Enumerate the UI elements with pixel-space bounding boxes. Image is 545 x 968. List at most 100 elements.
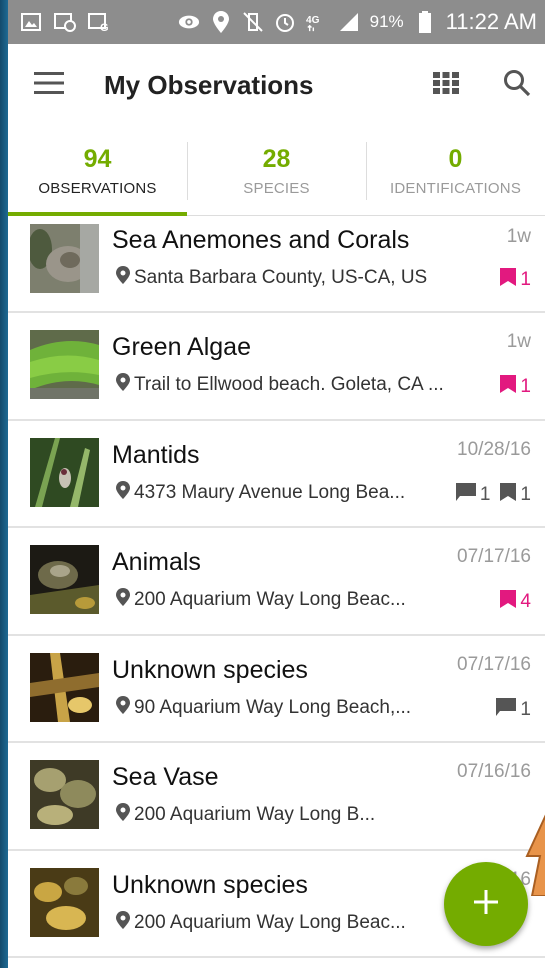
- battery-percent: 91%: [369, 12, 404, 31]
- list-item[interactable]: Mantids 10/28/16 4373 Maury Avenue Long …: [8, 421, 545, 528]
- stats-tabs: 94 OBSERVATIONS 28 SPECIES 0 IDENTIFICAT…: [8, 126, 545, 216]
- device-edge: [0, 0, 8, 968]
- tab-observations[interactable]: 94 OBSERVATIONS: [8, 126, 187, 216]
- observation-name: Sea Anemones and Corals: [112, 226, 410, 254]
- identification-badge: 1: [500, 482, 531, 507]
- species-label: SPECIES: [243, 179, 310, 197]
- tab-species[interactable]: 28 SPECIES: [187, 126, 366, 215]
- svg-text:G: G: [100, 22, 109, 32]
- observation-name: Mantids: [112, 440, 200, 469]
- observation-badges: 1 1: [455, 482, 531, 507]
- observations-label: OBSERVATIONS: [38, 179, 157, 197]
- observation-photo: [30, 437, 99, 507]
- menu-icon[interactable]: [34, 71, 64, 99]
- observation-date: 1w: [506, 331, 531, 352]
- fave-count: 1: [520, 269, 531, 290]
- observation-name: Unknown species: [112, 655, 308, 684]
- observation-date: 1w: [506, 226, 531, 247]
- observation-place: 4373 Maury Avenue Long Bea...: [116, 480, 406, 505]
- comment-icon: [496, 697, 517, 722]
- observation-photo: [30, 652, 99, 722]
- identifications-label: IDENTIFICATIONS: [389, 179, 522, 197]
- observation-list: Sea Anemones and Corals 1w Santa Barbara…: [8, 216, 545, 958]
- observation-place: 200 Aquarium Way Long Beac...: [116, 910, 406, 935]
- tab-identifications[interactable]: 0 IDENTIFICATIONS: [366, 126, 545, 215]
- observation-badges: 1: [500, 375, 531, 399]
- observation-place: 90 Aquarium Way Long Beach,...: [116, 695, 412, 720]
- app-bar: My Observations: [8, 44, 545, 126]
- observation-name: Sea Vase: [112, 763, 219, 791]
- location-pin-icon: [116, 588, 130, 612]
- observation-place: Trail to Ellwood beach. Goleta, CA ...: [116, 373, 444, 397]
- battery-icon: [414, 11, 436, 33]
- observation-date: 07/17/16: [457, 653, 531, 675]
- place-text: 200 Aquarium Way Long B...: [134, 804, 376, 825]
- fave-bookmark-icon: [500, 590, 517, 614]
- location-pin-icon: [116, 480, 130, 505]
- place-text: 200 Aquarium Way Long Beac...: [134, 589, 406, 610]
- location-pin-icon: [116, 910, 130, 935]
- list-item[interactable]: Sea Anemones and Corals 1w Santa Barbara…: [8, 216, 545, 313]
- tutorial-arrow-icon: [522, 806, 545, 901]
- list-item[interactable]: Animals 07/17/16 200 Aquarium Way Long B…: [8, 528, 545, 636]
- location-icon: [210, 11, 232, 33]
- observation-place: 200 Aquarium Way Long B...: [116, 803, 375, 827]
- observations-count: 94: [83, 144, 112, 173]
- fave-bookmark-icon: [500, 375, 517, 399]
- identification-bookmark-icon: [500, 482, 517, 507]
- page-title: My Observations: [104, 69, 314, 100]
- google-image-notification-icon: G: [88, 11, 110, 33]
- observation-date: 07/16/16: [457, 761, 531, 782]
- observation-name: Green Algae: [112, 333, 251, 361]
- email-image-notification-icon: [54, 11, 76, 33]
- add-observation-button[interactable]: [444, 862, 528, 946]
- observation-name: Unknown species: [112, 870, 308, 899]
- fave-badge: 4: [500, 590, 531, 614]
- observation-photo: [30, 760, 99, 829]
- alarm-icon: [274, 11, 296, 33]
- app-screen: G 4G 91% 1 1:22 AM My Observations 94 OBS…: [8, 0, 545, 968]
- eye-icon: [178, 11, 200, 33]
- location-pin-icon: [116, 266, 130, 290]
- observation-photo: [30, 224, 99, 293]
- observation-name: Animals: [112, 548, 201, 576]
- list-item[interactable]: Green Algae 1w Trail to Ellwood beach. G…: [8, 313, 545, 421]
- observation-photo: [30, 545, 99, 614]
- place-text: Santa Barbara County, US-CA, US: [134, 267, 428, 288]
- observation-place: Santa Barbara County, US-CA, US: [116, 266, 427, 290]
- species-count: 28: [262, 144, 291, 173]
- system-status: 4G 91% 11:22 AM: [178, 9, 537, 35]
- observation-badges: 1: [496, 697, 531, 722]
- app-bar-actions: [433, 69, 531, 102]
- notification-icons: G: [20, 11, 110, 33]
- search-icon[interactable]: [503, 69, 531, 102]
- observation-date: 07/17/16: [457, 546, 531, 567]
- place-text: 90 Aquarium Way Long Beach,...: [134, 696, 412, 718]
- grid-icon[interactable]: [433, 71, 459, 99]
- observation-badges: 1: [500, 268, 531, 292]
- image-notification-icon: [20, 11, 42, 33]
- list-item[interactable]: Sea Vase 07/16/16 200 Aquarium Way Long …: [8, 743, 545, 851]
- identification-count: 1: [520, 483, 531, 505]
- vibrate-off-icon: [242, 11, 264, 33]
- fave-badge: 1: [500, 375, 531, 399]
- place-text: 4373 Maury Avenue Long Bea...: [134, 481, 406, 503]
- location-pin-icon: [116, 695, 130, 720]
- place-text: 200 Aquarium Way Long Beac...: [134, 911, 406, 933]
- svg-text:4G: 4G: [306, 15, 320, 26]
- observation-photo: [30, 330, 99, 399]
- comment-badge: 1: [496, 697, 531, 722]
- network-4g-icon: 4G: [306, 11, 328, 33]
- plus-icon: [472, 888, 500, 921]
- comment-badge: 1: [455, 482, 490, 507]
- fave-bookmark-icon: [500, 268, 517, 292]
- status-bar: G 4G 91% 11:22 AM: [8, 0, 545, 44]
- list-item[interactable]: Unknown species 07/17/16 90 Aquarium Way…: [8, 636, 545, 743]
- fave-count: 4: [520, 591, 531, 612]
- signal-icon: [338, 11, 360, 33]
- fave-count: 1: [520, 376, 531, 397]
- location-pin-icon: [116, 373, 130, 397]
- observation-date: 10/28/16: [457, 438, 531, 460]
- observation-place: 200 Aquarium Way Long Beac...: [116, 588, 406, 612]
- comment-count: 1: [520, 698, 531, 720]
